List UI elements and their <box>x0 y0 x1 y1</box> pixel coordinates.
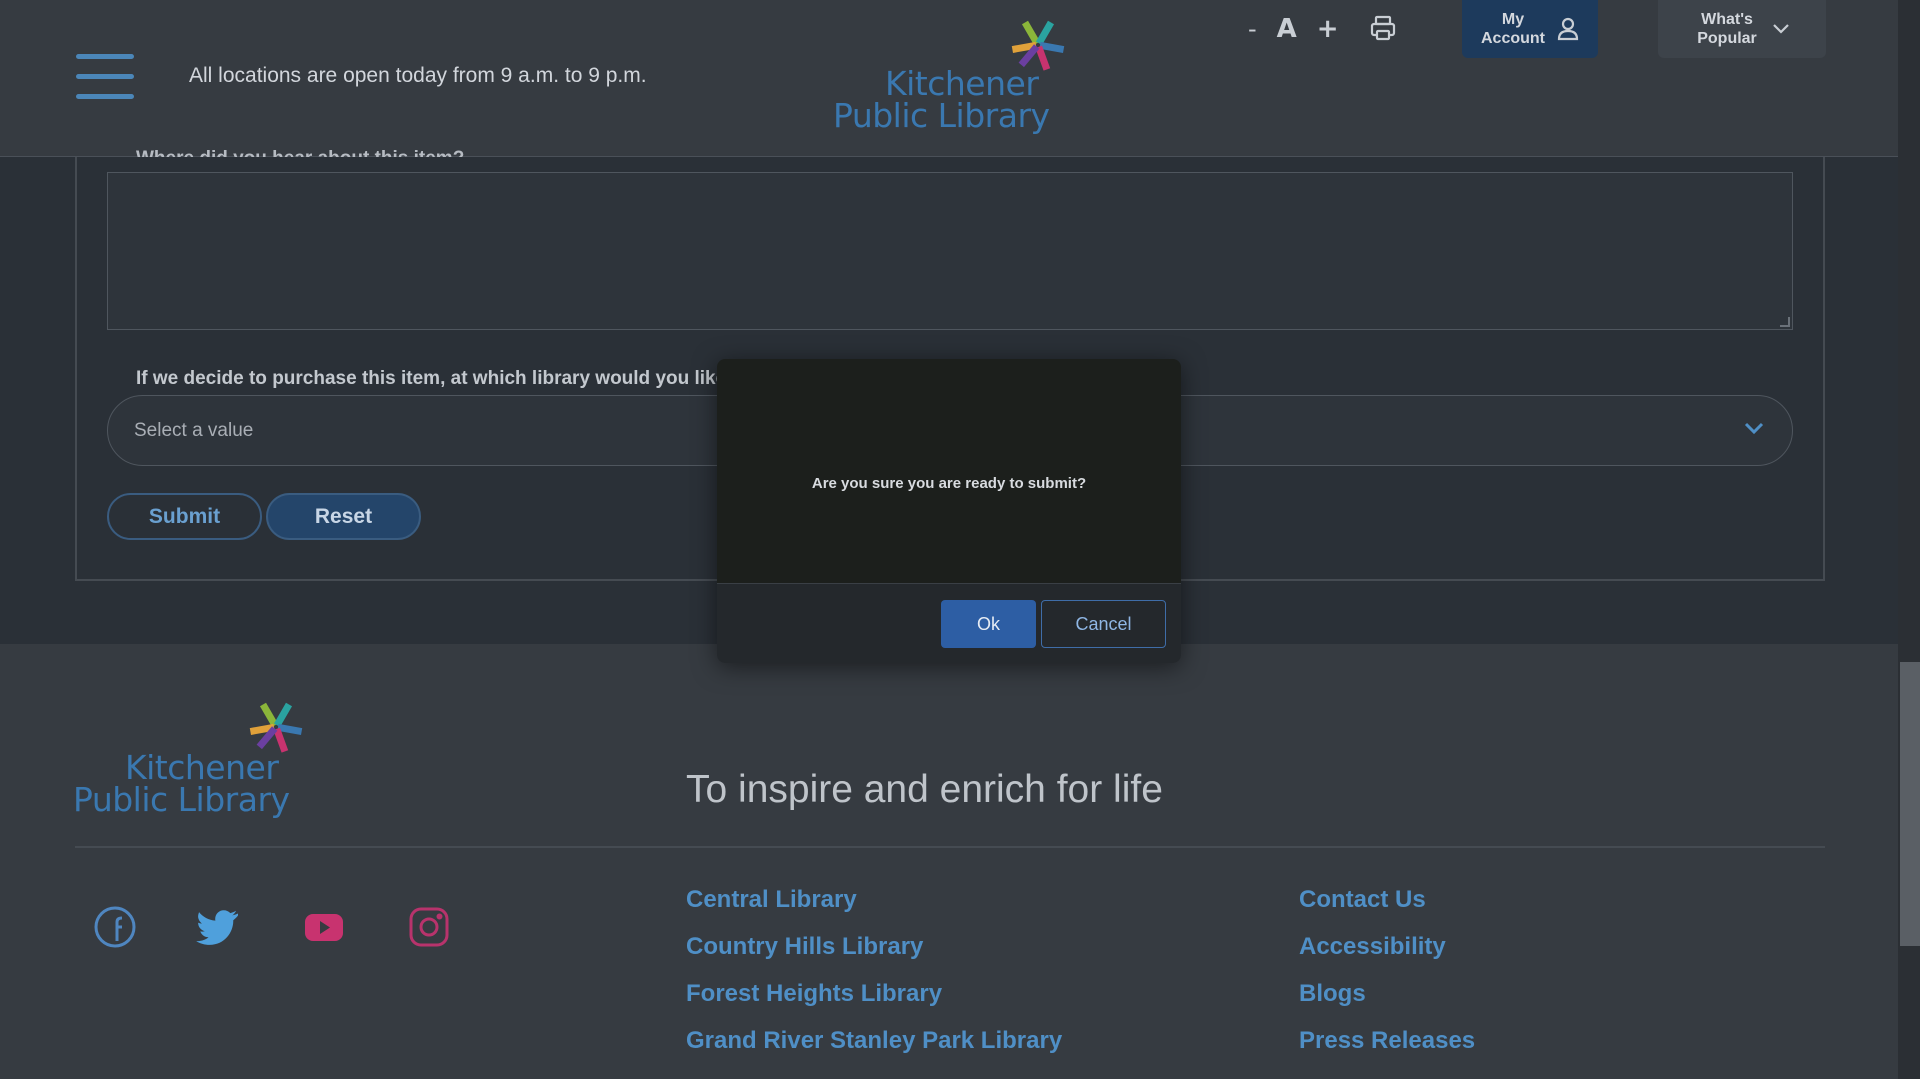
font-decrease-button[interactable]: - <box>1248 15 1257 43</box>
font-size-controls: - A + <box>1248 12 1339 46</box>
my-account-button[interactable]: My Account <box>1462 0 1598 58</box>
footer-link-accessibility[interactable]: Accessibility <box>1299 933 1475 980</box>
footer-link-country-hills-library[interactable]: Country Hills Library <box>686 933 1062 980</box>
facebook-icon[interactable] <box>93 905 137 949</box>
heard-about-textarea[interactable] <box>107 172 1793 330</box>
footer-link-press-releases[interactable]: Press Releases <box>1299 1027 1475 1074</box>
twitter-icon[interactable] <box>196 905 240 949</box>
reset-button[interactable]: Reset <box>266 493 421 540</box>
footer-tagline: To inspire and enrich for life <box>686 768 1163 811</box>
cancel-button[interactable]: Cancel <box>1041 600 1166 648</box>
footer-link-blogs[interactable]: Blogs <box>1299 980 1475 1027</box>
scrollbar-thumb[interactable] <box>1900 662 1920 946</box>
whats-popular-dropdown[interactable]: What's Popular <box>1658 0 1826 58</box>
confirm-message: Are you sure you are ready to submit? <box>811 475 1087 492</box>
footer-link-contact-us[interactable]: Contact Us <box>1299 886 1475 933</box>
chevron-down-icon <box>1744 422 1764 435</box>
site-header: All locations are open today from 9 a.m.… <box>0 0 1898 157</box>
menu-icon[interactable] <box>76 52 134 102</box>
heard-about-label: Where did you hear about this item? <box>136 145 464 157</box>
print-icon[interactable] <box>1369 14 1397 42</box>
hours-notice: All locations are open today from 9 a.m.… <box>189 64 647 87</box>
select-value: Select a value <box>134 420 254 441</box>
footer-locations: Central Library Country Hills Library Fo… <box>686 886 1062 1074</box>
footer-link-grand-river-stanley-park-library[interactable]: Grand River Stanley Park Library <box>686 1027 1062 1074</box>
youtube-icon[interactable] <box>302 905 346 949</box>
footer-logo[interactable]: Kitchener Public Library <box>73 700 303 820</box>
footer-link-central-library[interactable]: Central Library <box>686 886 1062 933</box>
instagram-icon[interactable] <box>407 905 451 949</box>
my-account-label: My Account <box>1481 11 1545 47</box>
confirm-dialog-footer: Ok Cancel <box>717 583 1181 663</box>
confirm-dialog-body: Are you sure you are ready to submit? <box>717 359 1181 583</box>
ok-button[interactable]: Ok <box>941 600 1036 648</box>
font-reset-button[interactable]: A <box>1277 14 1297 44</box>
library-question-label: If we decide to purchase this item, at w… <box>136 368 738 389</box>
font-increase-button[interactable]: + <box>1317 14 1339 44</box>
confirm-dialog: Are you sure you are ready to submit? Ok… <box>717 359 1181 663</box>
site-logo[interactable]: Kitchener Public Library <box>833 18 1065 138</box>
footer-link-forest-heights-library[interactable]: Forest Heights Library <box>686 980 1062 1027</box>
chevron-down-icon <box>1773 24 1789 34</box>
footer-info-links: Contact Us Accessibility Blogs Press Rel… <box>1299 886 1475 1074</box>
logo-star-icon <box>249 702 303 753</box>
footer-logo-text: Kitchener Public Library <box>73 748 290 819</box>
user-icon <box>1557 17 1579 41</box>
submit-button[interactable]: Submit <box>107 493 262 540</box>
logo-text: Kitchener Public Library <box>833 64 1050 135</box>
footer-divider <box>75 846 1825 848</box>
resize-handle-icon[interactable] <box>1780 317 1790 327</box>
whats-popular-label: What's Popular <box>1697 11 1757 47</box>
